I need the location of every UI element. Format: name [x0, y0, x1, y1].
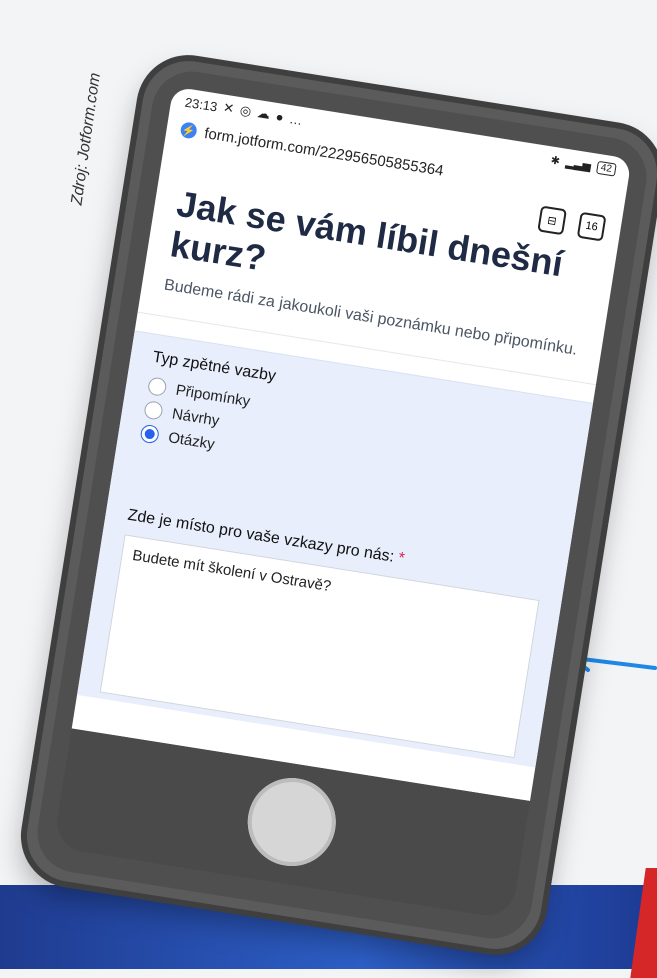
home-button[interactable] [241, 771, 343, 873]
more-icon: … [288, 110, 304, 128]
mute-icon: ✕ [222, 99, 236, 117]
briefcase-icon[interactable]: ⊟ [537, 205, 567, 236]
radio-label: Návrhy [170, 405, 221, 430]
radio-circle[interactable] [146, 376, 168, 398]
signal-icon: ▂▃▅ [564, 156, 592, 173]
radio-circle[interactable] [143, 400, 164, 422]
phone-device: 23:13 ✕ ◎ ☁ ● … ✱ ▂▃▅ 42 ⚡ form.jotform.… [20, 54, 657, 956]
required-marker: * [396, 549, 406, 568]
radio-circle-selected[interactable] [139, 424, 160, 445]
radio-label: Otázky [167, 428, 216, 454]
cloud-icon: ☁ [255, 104, 272, 122]
site-shield-icon: ⚡ [179, 121, 198, 140]
status-time: 23:13 [184, 94, 219, 115]
jotform-form: Jak se vám líbil dnešní kurz? Budeme rád… [76, 179, 617, 768]
status-right: ✱ ▂▃▅ 42 [549, 153, 617, 177]
bluetooth-icon: ✱ [549, 153, 561, 168]
source-label: Zdroj: Jotform.com [68, 71, 104, 207]
battery-indicator: 42 [595, 160, 617, 177]
dot-icon: ● [274, 108, 285, 125]
tab-counter-button[interactable]: 16 [576, 211, 607, 242]
whatsapp-icon: ◎ [238, 102, 253, 119]
